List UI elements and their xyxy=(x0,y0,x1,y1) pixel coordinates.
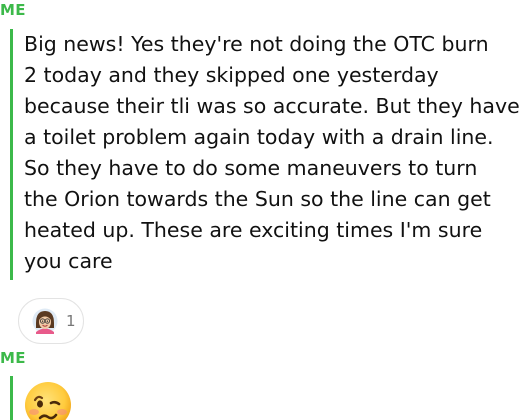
woozy-face-icon[interactable] xyxy=(24,381,72,420)
sender-label: ME xyxy=(0,349,26,367)
message-accent-bar xyxy=(10,376,13,420)
message-accent-bar xyxy=(10,29,13,280)
reaction-pill[interactable]: 1 xyxy=(18,298,84,344)
reaction-count: 1 xyxy=(66,312,76,330)
sender-label: ME xyxy=(0,1,26,19)
message-text[interactable]: Big news! Yes they're not doing the OTC … xyxy=(24,29,520,277)
chat-thread: ME Big news! Yes they're not doing the O… xyxy=(0,0,521,420)
bitmoji-avatar-icon xyxy=(32,308,58,334)
